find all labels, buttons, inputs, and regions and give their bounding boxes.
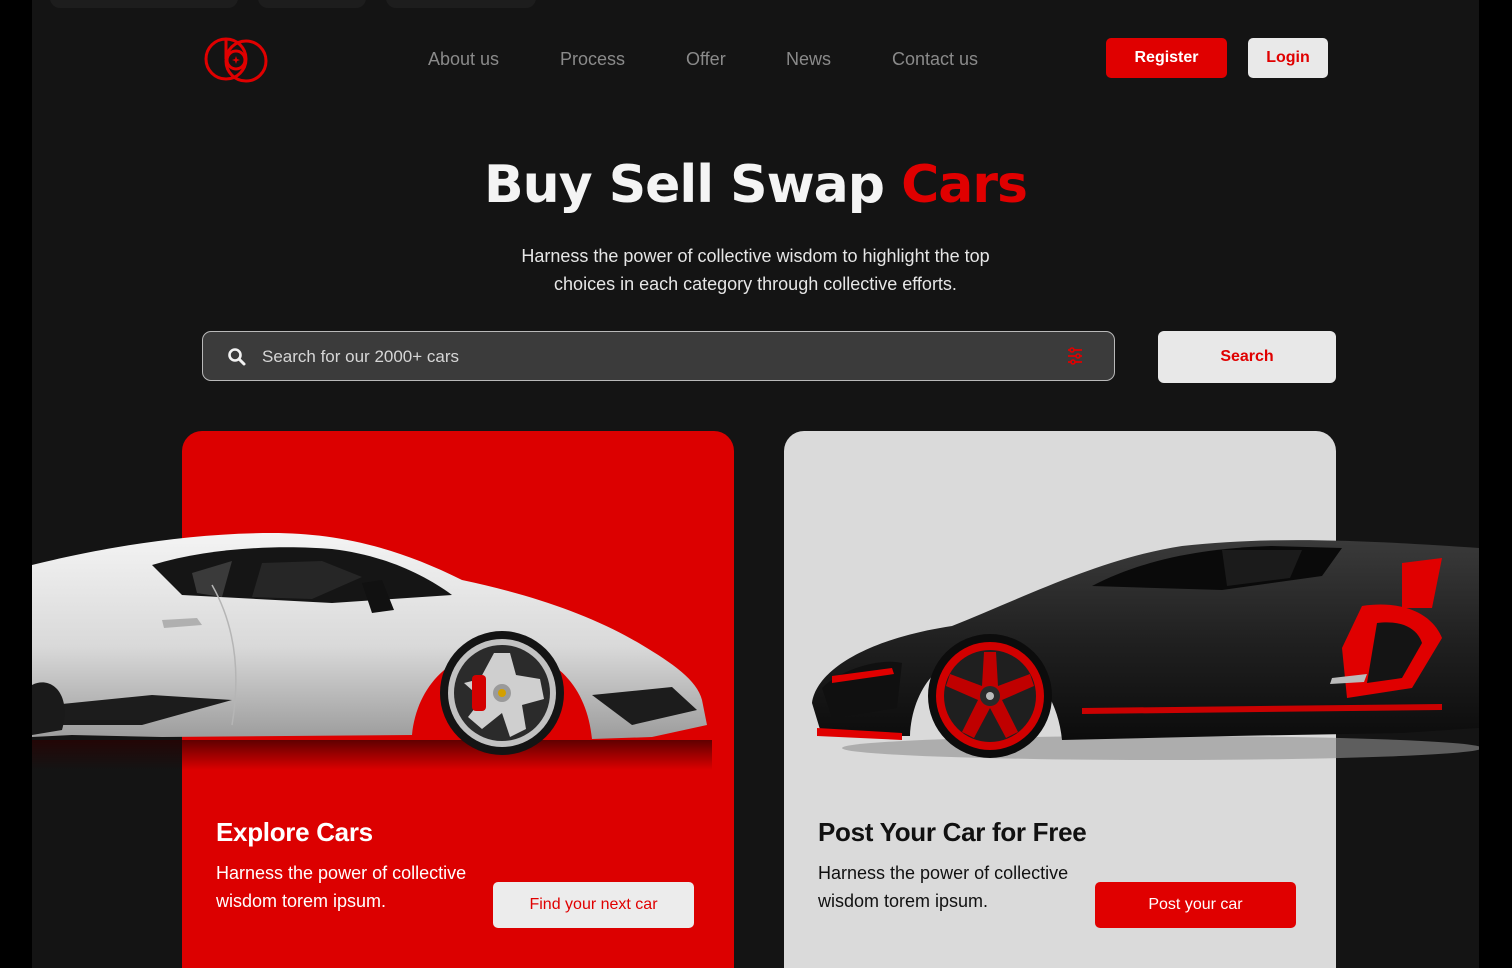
hero-title-main: Buy Sell Swap <box>484 155 885 215</box>
login-button[interactable]: Login <box>1248 38 1328 78</box>
find-next-car-button[interactable]: Find your next car <box>493 882 694 928</box>
black-sports-car-image <box>812 540 1479 760</box>
search-button[interactable]: Search <box>1158 331 1336 383</box>
search-icon <box>228 348 246 366</box>
nav-contact-us[interactable]: Contact us <box>892 47 978 71</box>
search-bar[interactable] <box>202 331 1115 381</box>
faded-tab <box>258 0 366 8</box>
hero-subtitle: Harness the power of collective wisdom t… <box>32 242 1479 298</box>
post-your-car-button[interactable]: Post your car <box>1095 882 1296 928</box>
nav-process[interactable]: Process <box>560 47 625 71</box>
faded-tab <box>50 0 238 8</box>
hero-subtitle-line-2: choices in each category through collect… <box>554 274 957 294</box>
register-button[interactable]: Register <box>1106 38 1227 78</box>
hero-title-accent: Cars <box>901 155 1028 215</box>
card-title: Post Your Car for Free <box>818 817 1087 847</box>
hero-title: Buy Sell Swap Cars <box>32 152 1479 218</box>
nav-about-us[interactable]: About us <box>428 47 499 71</box>
card-description: Harness the power of collective wisdom t… <box>818 863 1069 911</box>
landing-page: About us Process Offer News Contact us R… <box>32 0 1479 968</box>
faded-tab <box>386 0 536 8</box>
nav-offer[interactable]: Offer <box>686 47 726 71</box>
card-description: Harness the power of collective wisdom t… <box>216 863 467 911</box>
hero-subtitle-line-1: Harness the power of collective wisdom t… <box>521 246 990 266</box>
nav-news[interactable]: News <box>786 47 831 71</box>
white-sports-car-image <box>32 533 712 770</box>
card-title: Explore Cars <box>216 817 373 847</box>
filter-icon[interactable] <box>1066 346 1084 366</box>
search-input[interactable] <box>260 340 1044 374</box>
